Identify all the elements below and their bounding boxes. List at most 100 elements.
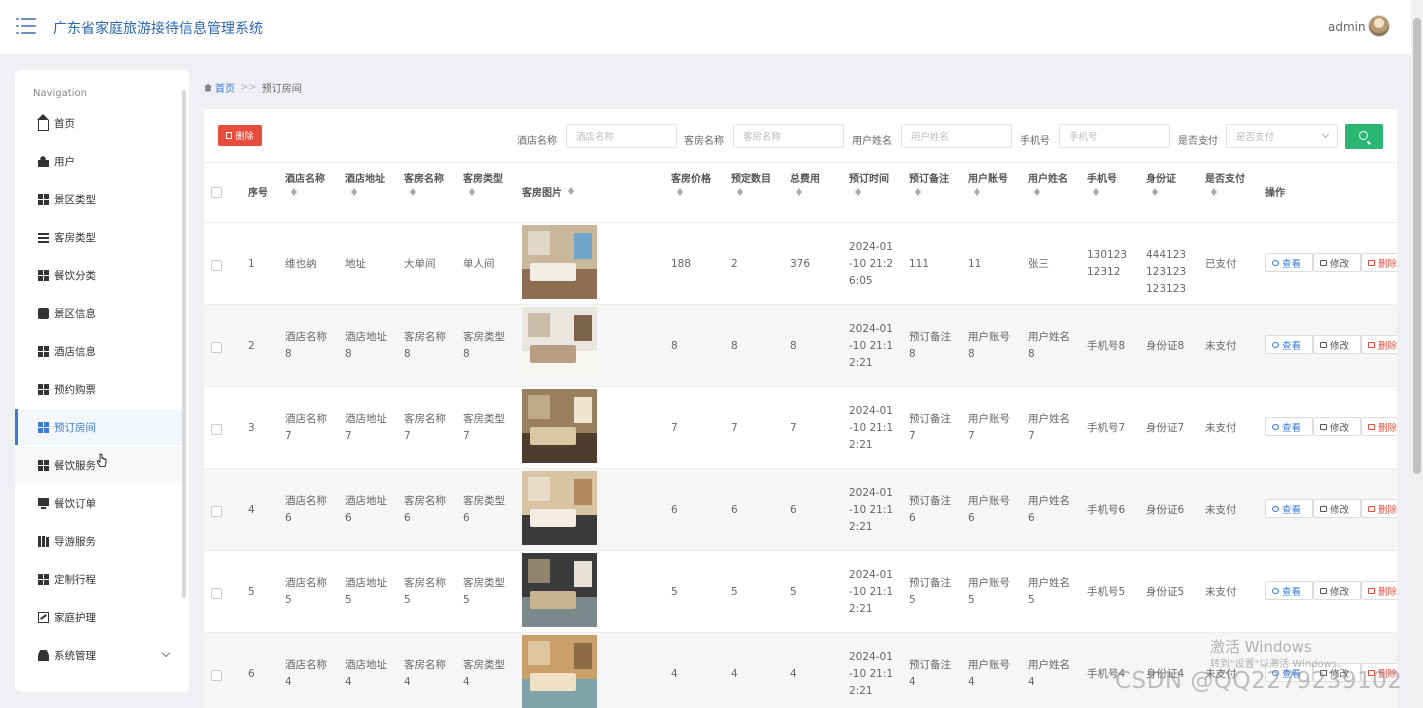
cell-phone: 手机号7 bbox=[1087, 421, 1126, 434]
sidebar-scrollbar[interactable] bbox=[182, 90, 186, 598]
sort-icon[interactable] bbox=[796, 188, 802, 196]
room-photo[interactable] bbox=[522, 471, 597, 545]
view-button[interactable]: 查看 bbox=[1265, 335, 1313, 354]
sort-icon[interactable] bbox=[1093, 188, 1099, 196]
header-price[interactable]: 客房价格 bbox=[671, 173, 711, 196]
room-photo[interactable] bbox=[522, 553, 597, 627]
header-photo[interactable]: 客房图片 bbox=[522, 187, 574, 201]
view-button[interactable]: 查看 bbox=[1265, 417, 1313, 436]
row-checkbox[interactable] bbox=[211, 670, 222, 681]
sort-icon[interactable] bbox=[974, 188, 980, 196]
select-all-checkbox[interactable] bbox=[211, 187, 222, 198]
search-icon bbox=[1359, 131, 1368, 140]
del-button[interactable]: 删除 bbox=[1361, 335, 1397, 354]
del-button[interactable]: 删除 bbox=[1361, 417, 1397, 436]
del-button[interactable]: 删除 bbox=[1361, 499, 1397, 518]
page-scrollbar[interactable] bbox=[1411, 0, 1423, 708]
filter-input-username[interactable]: 用户姓名 bbox=[901, 124, 1012, 148]
sidebar-item-8[interactable]: 预订房间 bbox=[15, 409, 185, 445]
sidebar-item-13[interactable]: 家庭护理 bbox=[15, 599, 185, 635]
chevron-down-icon[interactable] bbox=[161, 648, 171, 658]
sort-icon[interactable] bbox=[677, 188, 683, 196]
header-paid[interactable]: 是否支付 bbox=[1205, 173, 1245, 196]
header-time-label: 预订时间 bbox=[849, 174, 889, 185]
header-account[interactable]: 用户账号 bbox=[968, 173, 1008, 196]
header-address[interactable]: 酒店地址 bbox=[345, 173, 385, 196]
batch-delete-label: 删除 bbox=[235, 132, 254, 142]
edit-button[interactable]: 修改 bbox=[1313, 581, 1361, 600]
filter-input-phone[interactable]: 手机号 bbox=[1059, 124, 1170, 148]
batch-delete-button[interactable]: 删除 bbox=[218, 125, 262, 146]
sidebar-item-11[interactable]: 导游服务 bbox=[15, 523, 185, 559]
sidebar-item-2[interactable]: 景区类型 bbox=[15, 181, 185, 217]
search-button[interactable] bbox=[1345, 124, 1383, 149]
header-room[interactable]: 客房名称 bbox=[404, 173, 444, 196]
filter-input-hotel[interactable]: 酒店名称 bbox=[566, 124, 677, 148]
edit-button[interactable]: 修改 bbox=[1313, 253, 1361, 272]
sort-icon[interactable] bbox=[568, 187, 574, 195]
sort-icon[interactable] bbox=[1034, 188, 1040, 196]
edit-button[interactable]: 修改 bbox=[1313, 499, 1361, 518]
row-checkbox[interactable] bbox=[211, 342, 222, 353]
header-total[interactable]: 总费用 bbox=[790, 173, 820, 196]
sort-icon[interactable] bbox=[737, 188, 743, 196]
page-scrollbar-thumb[interactable] bbox=[1413, 18, 1421, 474]
room-photo[interactable] bbox=[522, 225, 597, 299]
room-photo[interactable] bbox=[522, 635, 597, 708]
sidebar-item-4[interactable]: 餐饮分类 bbox=[15, 257, 185, 293]
sidebar-item-0[interactable]: 首页 bbox=[15, 105, 185, 141]
edit-button-label: 修改 bbox=[1330, 422, 1350, 434]
avatar[interactable] bbox=[1368, 15, 1390, 37]
filter-input-room[interactable]: 客房名称 bbox=[733, 124, 844, 148]
sort-icon[interactable] bbox=[351, 188, 357, 196]
sidebar-item-7[interactable]: 预约购票 bbox=[15, 371, 185, 407]
menu-toggle-icon[interactable] bbox=[16, 17, 36, 35]
sidebar-item-10[interactable]: 餐饮订单 bbox=[15, 485, 185, 521]
header-note[interactable]: 预订备注 bbox=[909, 173, 949, 196]
header-roomtype[interactable]: 客房类型 bbox=[463, 173, 503, 196]
sidebar-item-14[interactable]: 系统管理 bbox=[15, 637, 185, 673]
row-checkbox[interactable] bbox=[211, 588, 222, 599]
view-button[interactable]: 查看 bbox=[1265, 253, 1313, 272]
cell-price: 4 bbox=[671, 667, 678, 680]
row-checkbox[interactable] bbox=[211, 506, 222, 517]
sort-icon[interactable] bbox=[410, 188, 416, 196]
edit-button[interactable]: 修改 bbox=[1313, 417, 1361, 436]
row-checkbox[interactable] bbox=[211, 260, 222, 271]
sort-icon[interactable] bbox=[469, 188, 475, 196]
sort-icon[interactable] bbox=[1152, 188, 1158, 196]
header-idcard[interactable]: 身份证 bbox=[1146, 173, 1176, 196]
edit-button[interactable]: 修改 bbox=[1313, 335, 1361, 354]
header-actions: 操作 bbox=[1265, 188, 1285, 199]
header-username[interactable]: 用户姓名 bbox=[1028, 173, 1068, 196]
table-row: 3 酒店名称7 酒店地址7 客房名称7 客房类型7 7 7 7 2024-01-10 21:12… bbox=[204, 387, 1397, 469]
room-photo[interactable] bbox=[522, 307, 597, 381]
sidebar-item-6[interactable]: 酒店信息 bbox=[15, 333, 185, 369]
view-button[interactable]: 查看 bbox=[1265, 581, 1313, 600]
sidebar-item-3[interactable]: 客房类型 bbox=[15, 219, 185, 255]
table-header: 序号 酒店名称 酒店地址 客房名称 客房类型 客房图片 客房价格 预定数目 总费… bbox=[204, 162, 1397, 223]
user-name[interactable]: admin bbox=[1328, 20, 1366, 34]
cell-time: 2024-01-10 21:26:05 bbox=[849, 240, 894, 287]
sort-icon[interactable] bbox=[855, 188, 861, 196]
grid-icon bbox=[38, 573, 49, 585]
sort-icon[interactable] bbox=[291, 188, 297, 196]
header-hotel[interactable]: 酒店名称 bbox=[285, 173, 325, 196]
header-qty[interactable]: 预定数目 bbox=[731, 173, 771, 196]
filter-select-paid[interactable]: 是否支付 bbox=[1226, 124, 1338, 148]
sidebar-item-12[interactable]: 定制行程 bbox=[15, 561, 185, 597]
del-button[interactable]: 删除 bbox=[1361, 253, 1397, 272]
view-button[interactable]: 查看 bbox=[1265, 499, 1313, 518]
row-checkbox[interactable] bbox=[211, 424, 222, 435]
sort-icon[interactable] bbox=[915, 188, 921, 196]
cell-room: 客房名称8 bbox=[404, 331, 446, 360]
room-photo[interactable] bbox=[522, 389, 597, 463]
breadcrumb-home[interactable]: 首页 bbox=[215, 80, 235, 95]
header-time[interactable]: 预订时间 bbox=[849, 173, 889, 196]
sort-icon[interactable] bbox=[1211, 188, 1217, 196]
sidebar-item-1[interactable]: 用户 bbox=[15, 143, 185, 179]
header-phone[interactable]: 手机号 bbox=[1087, 173, 1117, 196]
cell-roomtype: 客房类型5 bbox=[463, 577, 505, 606]
del-button[interactable]: 删除 bbox=[1361, 581, 1397, 600]
sidebar-item-5[interactable]: 景区信息 bbox=[15, 295, 185, 331]
